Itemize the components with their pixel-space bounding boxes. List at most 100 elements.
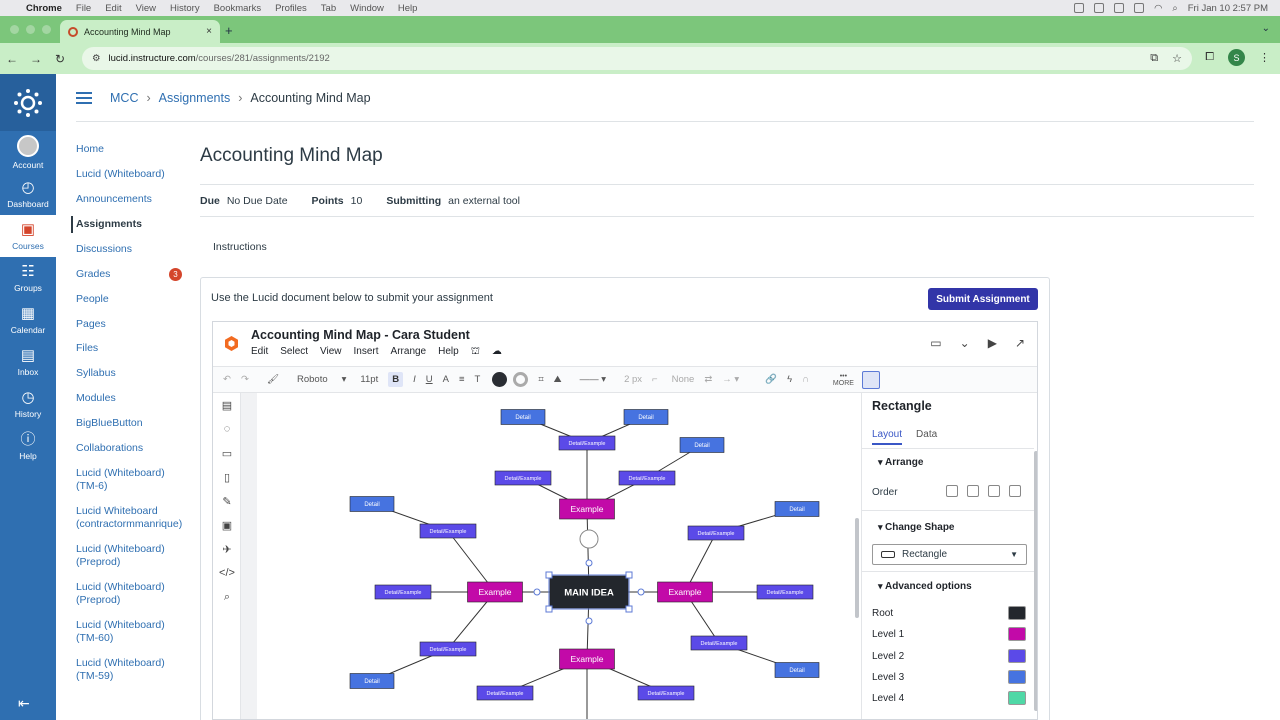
resize-handle[interactable] — [545, 605, 553, 613]
menu-history[interactable]: History — [170, 3, 200, 14]
resize-handle[interactable] — [545, 571, 553, 579]
level-color-swatch[interactable] — [1008, 606, 1026, 620]
line-width-select[interactable]: 2 px — [624, 374, 642, 385]
resize-handle[interactable] — [625, 571, 633, 579]
clock-text[interactable]: Fri Jan 10 2:57 PM — [1188, 3, 1268, 14]
course-nav-bigbluebutton[interactable]: BigBlueButton — [76, 417, 186, 430]
connection-point[interactable] — [533, 588, 541, 596]
shape-options-icon[interactable]: ⌗ — [538, 374, 543, 385]
global-nav-account[interactable]: Account — [0, 131, 56, 173]
course-nav-lucid-whiteboard[interactable]: Lucid (Whiteboard) — [76, 168, 186, 181]
course-nav-modules[interactable]: Modules — [76, 392, 186, 405]
redo-icon[interactable]: ↷ — [241, 374, 249, 385]
pen-icon[interactable]: ✎ — [213, 489, 241, 513]
arrange-section-header[interactable]: Arrange — [878, 457, 923, 468]
action-icon[interactable]: ϟ — [787, 374, 792, 385]
course-nav-grades[interactable]: Grades 3 — [76, 268, 186, 281]
text-options-icon[interactable]: T — [475, 374, 481, 385]
align-icon[interactable]: ≡ — [459, 374, 465, 385]
menu-view[interactable]: View — [136, 3, 156, 14]
line-color-icon[interactable] — [513, 372, 529, 387]
menu-edit[interactable]: Edit — [105, 3, 121, 14]
tab-data[interactable]: Data — [916, 429, 937, 445]
detail-node-label[interactable]: Detail — [789, 507, 804, 513]
underline-icon[interactable]: U — [426, 374, 433, 385]
advanced-options-section-header[interactable]: Advanced options — [878, 581, 972, 592]
font-family-select[interactable]: Roboto — [297, 374, 328, 385]
tab-search-icon[interactable]: ⌄ — [1262, 23, 1270, 34]
lucid-menu-arrange[interactable]: Arrange — [391, 346, 427, 359]
connection-point[interactable] — [585, 617, 593, 625]
example-node-label[interactable]: Example — [570, 504, 603, 514]
close-tab-icon[interactable]: × — [206, 26, 212, 37]
lucid-document-title[interactable]: Accounting Mind Map - Cara Student — [251, 328, 470, 342]
detail-example-node-label[interactable]: Detail/Example — [698, 531, 735, 537]
bring-forward-icon[interactable] — [967, 485, 979, 497]
mind-map-canvas[interactable]: Detail Detail Detail Detail Detail Detail Deta… — [257, 393, 861, 720]
lucid-menu-view[interactable]: View — [320, 346, 342, 359]
shapes-icon[interactable]: ◌ — [213, 417, 241, 441]
wifi-icon[interactable]: ◠ — [1154, 3, 1162, 14]
integrations-icon[interactable]: ✈ — [213, 537, 241, 561]
detail-example-node-label[interactable]: Detail/Example — [767, 590, 804, 596]
add-shape-icon[interactable] — [579, 529, 599, 549]
course-nav-lucid-tm60[interactable]: Lucid (Whiteboard) (TM-60) — [76, 619, 186, 645]
browser-menu-icon[interactable]: ⋮ — [1259, 51, 1270, 64]
format-painter-icon[interactable]: 🖌 — [267, 374, 279, 385]
hamburger-menu-icon[interactable] — [76, 92, 92, 107]
undo-icon[interactable]: ↶ — [223, 374, 231, 385]
present-icon[interactable]: ▶ — [988, 336, 997, 350]
detail-node-label[interactable]: Detail — [694, 443, 709, 449]
connection-point[interactable] — [637, 588, 645, 596]
reload-icon[interactable]: ↻ — [48, 52, 72, 66]
bold-icon[interactable]: B — [388, 372, 404, 387]
course-nav-collaborations[interactable]: Collaborations — [76, 442, 186, 455]
bring-to-front-icon[interactable] — [946, 485, 958, 497]
resize-handle[interactable] — [625, 605, 633, 613]
frame-icon[interactable]: ▭ — [213, 441, 241, 465]
collapse-nav-icon[interactable]: ⇤ — [18, 695, 30, 712]
shape-select[interactable]: Rectangle ▼ — [872, 544, 1027, 565]
extensions-icon[interactable]: ⧠ — [1205, 51, 1214, 64]
magnet-icon[interactable]: ∩ — [802, 374, 809, 385]
chevron-down-icon[interactable]: ⌄ — [960, 336, 970, 350]
level-color-swatch[interactable] — [1008, 627, 1026, 641]
new-tab-icon[interactable]: + — [225, 23, 233, 38]
mind-map-diagram[interactable]: Detail Detail Detail Detail Detail Detail Deta… — [257, 393, 861, 720]
level-color-swatch[interactable] — [1008, 649, 1026, 663]
text-color-icon[interactable]: A — [443, 374, 449, 385]
link-icon[interactable]: 🔗 — [765, 374, 777, 385]
search-shapes-icon[interactable]: ⌕ — [213, 585, 241, 609]
font-size-select[interactable]: 11pt — [360, 374, 378, 385]
panel-scrollbar[interactable] — [1034, 451, 1037, 711]
status-icon[interactable] — [1134, 3, 1145, 13]
profile-avatar[interactable]: S — [1228, 49, 1245, 66]
sticky-note-icon[interactable]: ▯ — [213, 465, 241, 489]
lucid-menu-help[interactable]: Help — [438, 346, 459, 359]
detail-node-label[interactable]: Detail — [364, 679, 379, 685]
line-style-icon[interactable]: —— ▾ — [580, 374, 606, 385]
detail-node-label[interactable]: Detail — [789, 668, 804, 674]
detail-example-node-label[interactable]: Detail/Example — [487, 691, 524, 697]
search-icon[interactable]: ⌕ — [1172, 3, 1177, 14]
global-nav-inbox[interactable]: ▤ Inbox — [0, 341, 56, 383]
browser-tab[interactable]: Accounting Mind Map × — [60, 20, 220, 43]
send-to-back-icon[interactable] — [1009, 485, 1021, 497]
image-tool-icon[interactable]: ▣ — [213, 513, 241, 537]
menu-profiles[interactable]: Profiles — [275, 3, 307, 14]
zoom-window-icon[interactable] — [42, 25, 51, 34]
course-nav-lucid-preprod-2[interactable]: Lucid (Whiteboard) (Preprod) — [76, 581, 186, 607]
menu-bookmarks[interactable]: Bookmarks — [214, 3, 262, 14]
canvas-logo[interactable] — [0, 74, 56, 131]
collaborators-icon[interactable]: ⛫ — [471, 346, 480, 359]
back-icon[interactable]: ← — [0, 52, 24, 66]
course-nav-discussions[interactable]: Discussions — [76, 243, 186, 256]
send-backward-icon[interactable] — [988, 485, 1000, 497]
forward-icon[interactable]: → — [24, 52, 48, 66]
global-nav-courses[interactable]: ▣ Courses — [0, 215, 56, 257]
menu-window[interactable]: Window — [350, 3, 384, 14]
course-nav-lucid-tm59[interactable]: Lucid (Whiteboard) (TM-59) — [76, 657, 186, 683]
detail-node-label[interactable]: Detail — [515, 415, 530, 421]
course-nav-announcements[interactable]: Announcements — [76, 193, 186, 206]
course-nav-home[interactable]: Home — [76, 143, 186, 156]
